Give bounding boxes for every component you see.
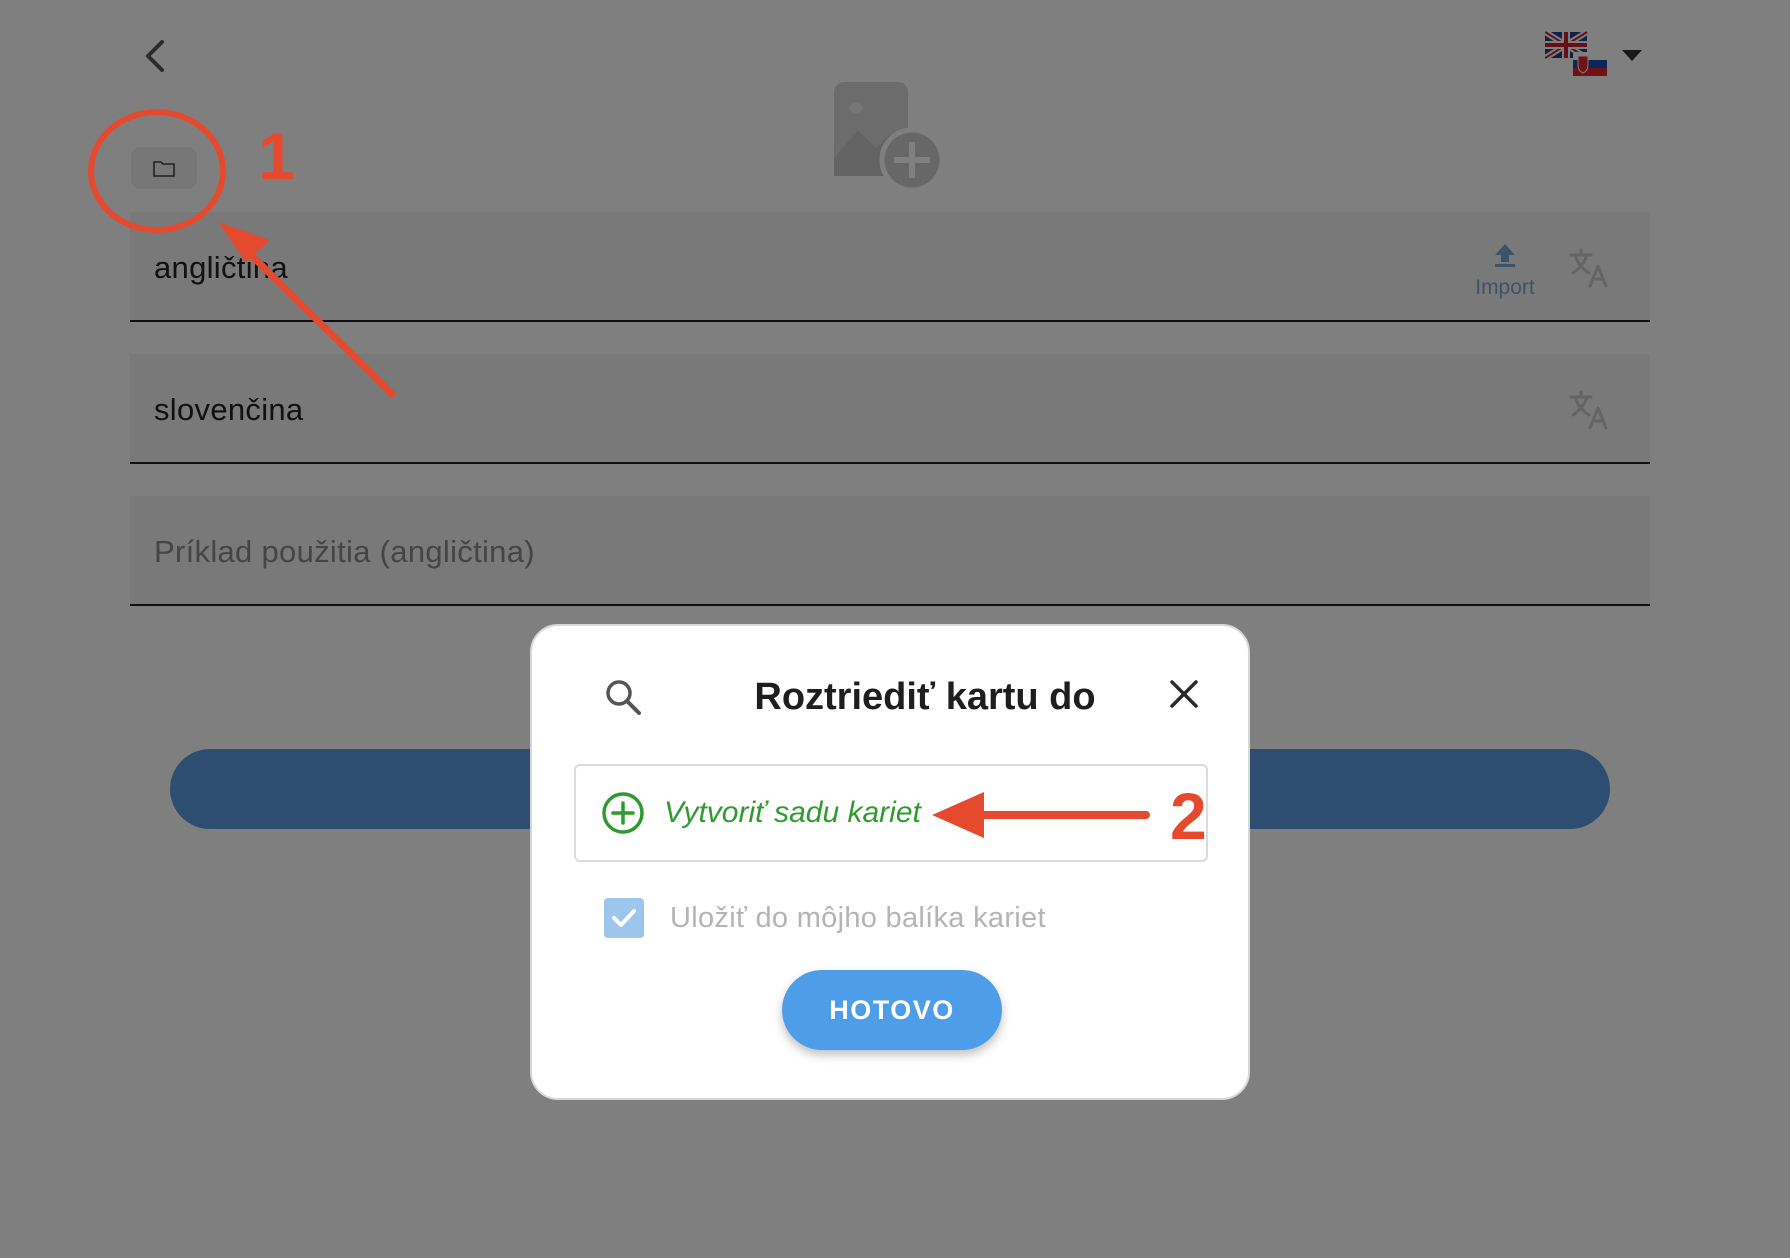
- close-icon: [1170, 680, 1198, 708]
- done-button[interactable]: HOTOVO: [782, 970, 1002, 1050]
- dialog-title: Roztriediť kartu do: [754, 676, 1096, 718]
- annotation-number-2: 2: [1170, 779, 1207, 853]
- save-to-deck-option[interactable]: Uložiť do môjho balíka kariet: [604, 898, 1046, 938]
- annotation-number-1: 1: [258, 119, 295, 193]
- checkmark-icon: [612, 909, 636, 927]
- save-to-deck-label: Uložiť do môjho balíka kariet: [670, 901, 1046, 934]
- save-to-deck-checkbox[interactable]: [604, 898, 644, 938]
- dialog-close-button[interactable]: [1164, 674, 1204, 714]
- create-set-button[interactable]: Vytvoriť sadu kariet: [574, 764, 1208, 862]
- plus-circle-icon: [602, 792, 644, 834]
- create-set-label: Vytvoriť sadu kariet: [664, 796, 921, 829]
- sort-card-dialog: Roztriediť kartu do Vytvoriť sadu kariet…: [530, 624, 1250, 1100]
